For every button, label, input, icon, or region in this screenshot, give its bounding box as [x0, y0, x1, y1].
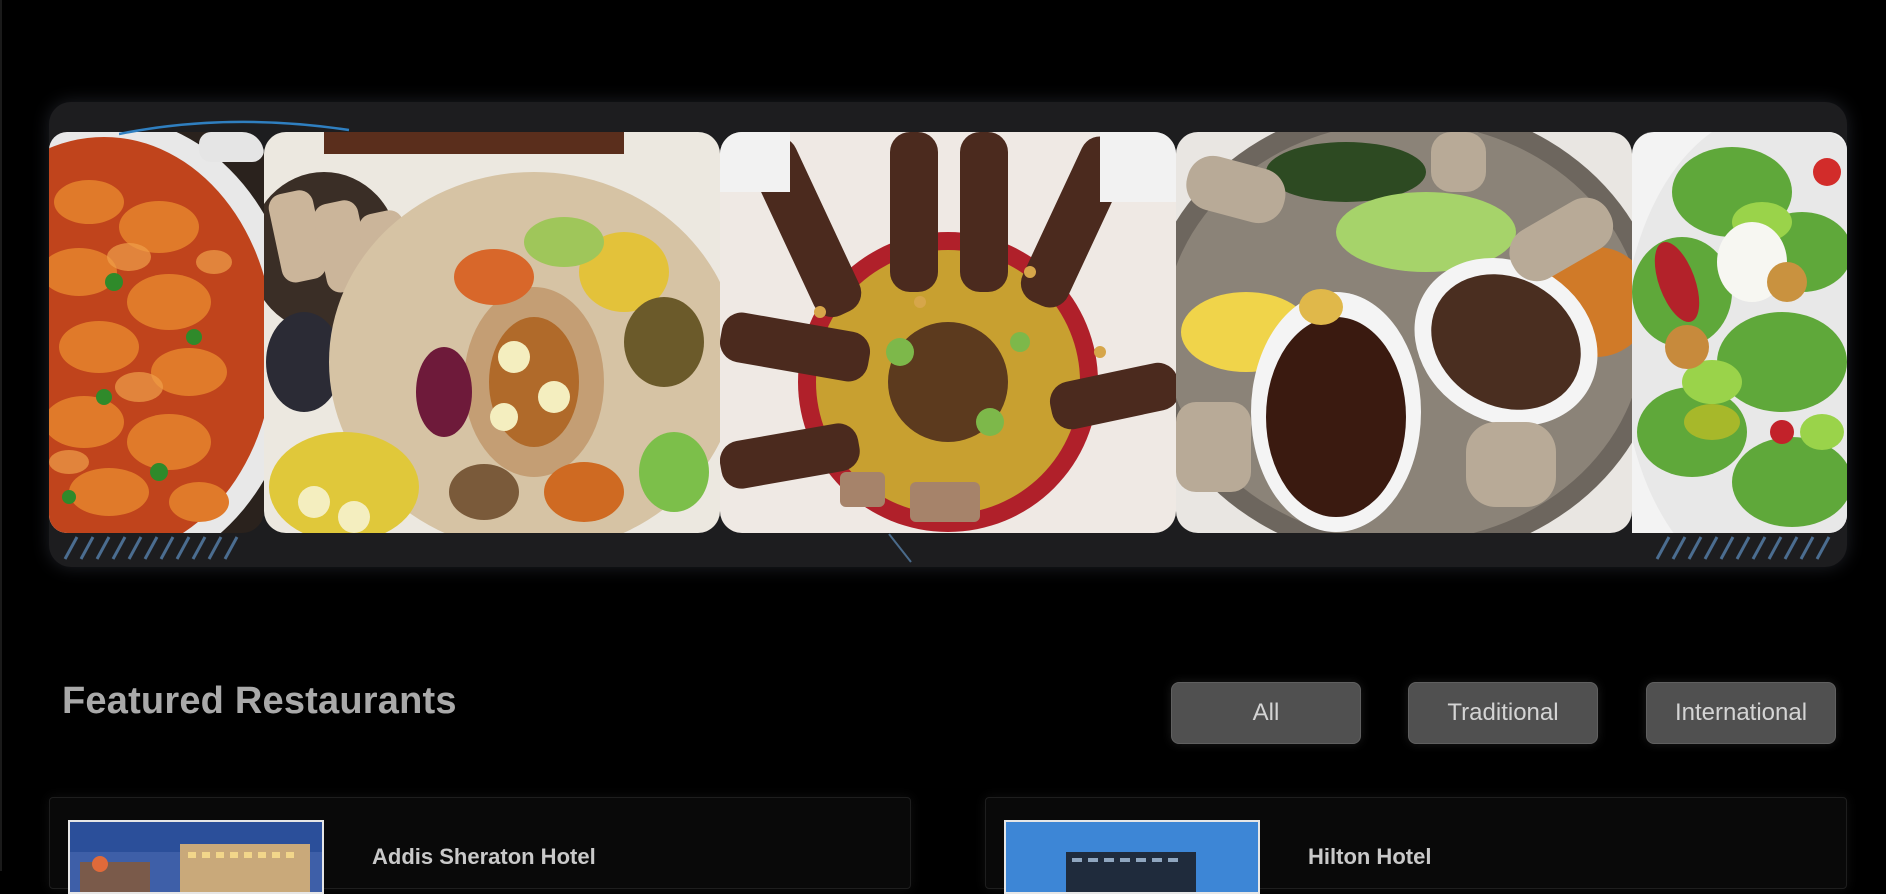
- carousel-slide-henna-hands[interactable]: [720, 132, 1176, 533]
- restaurant-name[interactable]: Addis Sheraton Hotel: [372, 844, 596, 870]
- restaurant-name[interactable]: Hilton Hotel: [1308, 844, 1431, 870]
- carousel-hatch-left-decoration: [63, 536, 239, 560]
- restaurant-thumbnail[interactable]: [68, 820, 324, 894]
- featured-restaurants-heading: Featured Restaurants: [62, 680, 457, 722]
- restaurant-card[interactable]: Hilton Hotel: [985, 797, 1847, 894]
- ethiopian-platter-photo: [264, 132, 720, 533]
- page-left-border: [0, 0, 2, 871]
- food-carousel[interactable]: [49, 102, 1847, 567]
- carousel-slide-injera-platter[interactable]: [1176, 132, 1632, 533]
- green-salad-photo: [1632, 132, 1847, 533]
- filter-traditional-button[interactable]: Traditional: [1408, 682, 1598, 744]
- filter-all-button[interactable]: All: [1171, 682, 1361, 744]
- hotel-photo: [70, 822, 322, 892]
- restaurant-thumbnail[interactable]: [1004, 820, 1260, 894]
- restaurant-card[interactable]: Addis Sheraton Hotel: [49, 797, 911, 894]
- carousel-hatch-right-decoration: [1655, 536, 1831, 560]
- henna-hands-sharing-photo: [720, 132, 1176, 533]
- carousel-track[interactable]: [49, 132, 1847, 533]
- carousel-frame-arc-decoration: [119, 120, 350, 136]
- hotel-photo: [1006, 822, 1258, 892]
- carousel-center-tick-decoration: [888, 533, 912, 563]
- carousel-slide-ethiopian-platter[interactable]: [264, 132, 720, 533]
- injera-stew-platter-photo: [1176, 132, 1632, 533]
- carousel-slide-green-salad[interactable]: [1632, 132, 1847, 533]
- potato-stew-photo: [49, 132, 264, 533]
- filter-international-button[interactable]: International: [1646, 682, 1836, 744]
- carousel-slide-potato-stew[interactable]: [49, 132, 264, 533]
